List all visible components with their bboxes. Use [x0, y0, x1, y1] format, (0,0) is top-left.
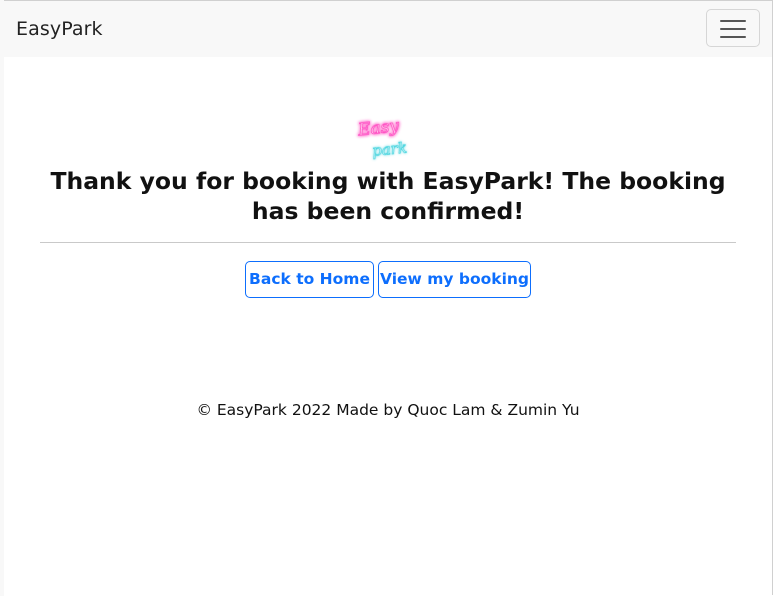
view-my-booking-button[interactable]: View my booking [378, 261, 531, 298]
logo-text-park: park [371, 138, 408, 160]
navbar-toggler-button[interactable] [706, 9, 760, 47]
hamburger-icon [720, 20, 746, 22]
hamburger-icon-bar [720, 36, 746, 38]
footer-text: © EasyPark 2022 Made by Quoc Lam & Zumin… [196, 401, 580, 419]
hamburger-icon-bar [720, 28, 746, 30]
logo-text-easy: Easy [356, 116, 400, 140]
confirmation-heading: Thank you for booking with EasyPark! The… [50, 167, 726, 225]
navbar: EasyPark [4, 1, 772, 57]
brand-link[interactable]: EasyPark [16, 16, 103, 42]
back-to-home-button[interactable]: Back to Home [245, 261, 374, 298]
left-rail [0, 0, 4, 596]
easypark-logo: Easy park [356, 116, 408, 161]
divider [40, 242, 736, 243]
